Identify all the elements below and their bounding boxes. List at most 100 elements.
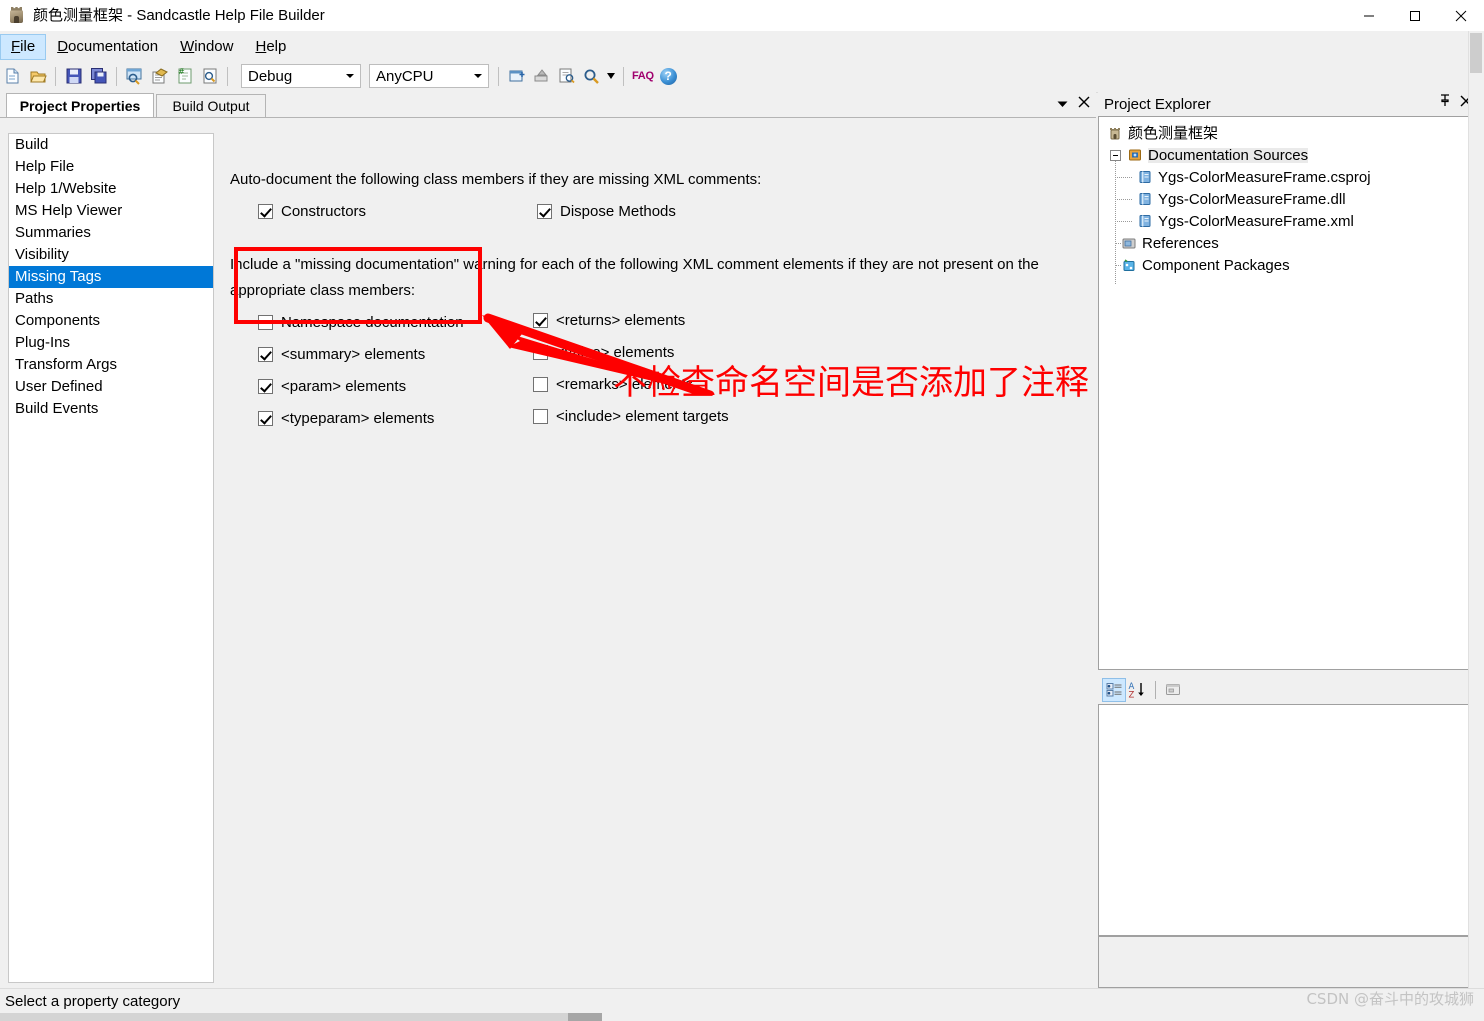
tree-node-dll[interactable]: Ygs-ColorMeasureFrame.dll (1099, 188, 1475, 210)
missing-tags-panel: Auto-document the following class member… (220, 118, 1096, 989)
checkbox-namespace-documentation[interactable]: Namespace documentation (258, 315, 464, 330)
project-explorer-tree[interactable]: 颜色测量框架 Documentation Sources Ygs-ColorMe… (1098, 116, 1476, 670)
preview-icon[interactable] (123, 65, 146, 88)
window-vertical-scrollbar[interactable] (1468, 31, 1484, 988)
new-project-icon[interactable] (1, 65, 24, 88)
open-project-icon[interactable] (26, 65, 49, 88)
add-documentation-source-icon[interactable] (505, 65, 528, 88)
tree-node-component-packages[interactable]: Component Packages (1099, 254, 1475, 276)
help-icon[interactable]: ? (659, 67, 677, 85)
platform-combo[interactable]: AnyCPU (369, 64, 489, 88)
checkbox-typeparam-elements[interactable]: <typeparam> elements (258, 411, 434, 426)
checkbox-param-elements-box[interactable] (258, 379, 273, 394)
menu-help[interactable]: Help (244, 34, 297, 60)
build-icon[interactable] (148, 65, 171, 88)
tree-node-project-label: 颜色测量框架 (1128, 124, 1219, 142)
sidebar-item-help1-website[interactable]: Help 1/Website (9, 178, 213, 200)
checkbox-namespace-documentation-label: Namespace documentation (281, 314, 464, 331)
sidebar-item-components[interactable]: Components (9, 310, 213, 332)
property-grid[interactable] (1098, 704, 1476, 936)
checkbox-constructors-box[interactable] (258, 204, 273, 219)
menu-file[interactable]: File (0, 33, 47, 60)
sidebar-item-missing-tags[interactable]: Missing Tags (9, 266, 213, 288)
property-pages-button[interactable] (1161, 678, 1185, 702)
menu-help-rest: elp (266, 37, 287, 55)
menu-documentation-rest: ocumentation (68, 37, 159, 55)
tree-node-documentation-sources-label: Documentation Sources (1148, 146, 1309, 164)
menu-window[interactable]: Window (169, 34, 244, 60)
sidebar-item-help-file[interactable]: Help File (9, 156, 213, 178)
tab-project-properties[interactable]: Project Properties (6, 93, 154, 119)
watermark: CSDN @奋斗中的攻城狮 (1306, 990, 1474, 1008)
faq-label[interactable]: FAQ (632, 70, 654, 82)
property-grid-toolbar: A Z (1098, 676, 1480, 704)
tree-node-xml[interactable]: Ygs-ColorMeasureFrame.xml (1099, 210, 1475, 232)
checkbox-summary-elements[interactable]: <summary> elements (258, 347, 425, 362)
save-all-icon[interactable] (87, 65, 110, 88)
sidebar-item-build[interactable]: Build (9, 134, 213, 156)
sidebar-item-summaries[interactable]: Summaries (9, 222, 213, 244)
tree-node-documentation-sources[interactable]: Documentation Sources (1099, 144, 1475, 166)
menu-documentation[interactable]: Documentation (46, 34, 169, 60)
checkbox-summary-elements-box[interactable] (258, 347, 273, 362)
checkbox-typeparam-elements-label: <typeparam> elements (281, 410, 435, 427)
sandcastle-icon (8, 7, 26, 25)
sidebar-item-build-events[interactable]: Build Events (9, 398, 213, 420)
checkbox-param-elements[interactable]: <param> elements (258, 379, 406, 394)
menu-window-rest: indow (194, 37, 234, 55)
entity-references-icon[interactable] (555, 65, 578, 88)
property-category-list[interactable]: Build Help File Help 1/Website MS Help V… (8, 133, 214, 983)
tree-node-csproj[interactable]: Ygs-ColorMeasureFrame.csproj (1099, 166, 1475, 188)
checkbox-include-element-targets[interactable]: <include> element targets (533, 409, 729, 424)
platform-value: AnyCPU (376, 67, 434, 85)
sidebar-item-plug-ins[interactable]: Plug-Ins (9, 332, 213, 354)
sidebar-item-user-defined[interactable]: User Defined (9, 376, 213, 398)
sidebar-item-paths[interactable]: Paths (9, 288, 213, 310)
window-vertical-scrollbar-thumb[interactable] (1470, 33, 1482, 73)
project-explorer-header: Project Explorer (1098, 92, 1476, 116)
categorized-view-button[interactable] (1102, 678, 1126, 702)
autodoc-heading: Auto-document the following class member… (230, 171, 762, 188)
close-icon[interactable] (1438, 0, 1484, 31)
checkbox-typeparam-elements-box[interactable] (258, 411, 273, 426)
minimize-icon[interactable] (1346, 0, 1392, 31)
sidebar-item-ms-help-viewer[interactable]: MS Help Viewer (9, 200, 213, 222)
sidebar-item-transform-args[interactable]: Transform Args (9, 354, 213, 376)
checkbox-include-element-targets-label: <include> element targets (556, 408, 729, 425)
search-help-icon[interactable] (198, 65, 221, 88)
checkbox-dispose-methods[interactable]: Dispose Methods (537, 204, 676, 219)
window-horizontal-scrollbar[interactable] (0, 1012, 1484, 1021)
svg-text:#: # (178, 67, 185, 76)
alphabetical-sort-button[interactable]: A Z (1126, 678, 1150, 702)
documentation-sources-icon (1127, 147, 1143, 163)
checkbox-constructors[interactable]: Constructors (258, 204, 366, 219)
warning-heading-line2: appropriate class members: (230, 282, 416, 299)
checkbox-dispose-methods-box[interactable] (537, 204, 552, 219)
close-icon[interactable] (1078, 95, 1090, 113)
tree-node-project[interactable]: 颜色测量框架 (1099, 122, 1475, 144)
tree-node-references[interactable]: References (1099, 232, 1475, 254)
save-icon[interactable] (62, 65, 85, 88)
collapse-icon[interactable] (1110, 149, 1121, 161)
window-horizontal-scrollbar-thumb[interactable] (568, 1013, 602, 1021)
tab-build-output[interactable]: Build Output (156, 94, 266, 119)
main-toolbar: # Debug AnyCPU FAQ ? (0, 60, 1484, 93)
document-source-icon (1137, 213, 1153, 229)
maximize-icon[interactable] (1392, 0, 1438, 31)
sidebar-item-visibility[interactable]: Visibility (9, 244, 213, 266)
document-area: Project Properties Build Output Build He… (0, 92, 1096, 989)
chevron-down-icon[interactable] (1057, 95, 1068, 113)
view-help-file-icon[interactable]: # (173, 65, 196, 88)
search-dropdown-arrow[interactable] (605, 65, 617, 88)
checkbox-dispose-methods-label: Dispose Methods (560, 203, 676, 220)
tree-node-xml-label: Ygs-ColorMeasureFrame.xml (1158, 212, 1354, 230)
document-source-icon (1137, 169, 1153, 185)
window-title: 颜色测量框架 - Sandcastle Help File Builder (33, 7, 325, 24)
configuration-combo[interactable]: Debug (241, 64, 361, 88)
checkbox-namespace-documentation-box[interactable] (258, 315, 273, 330)
checkbox-include-element-targets-box[interactable] (533, 409, 548, 424)
svg-text:Z: Z (1129, 691, 1135, 700)
pin-icon[interactable] (1439, 94, 1451, 112)
add-references-icon[interactable] (530, 65, 553, 88)
search-icon[interactable] (580, 65, 603, 88)
